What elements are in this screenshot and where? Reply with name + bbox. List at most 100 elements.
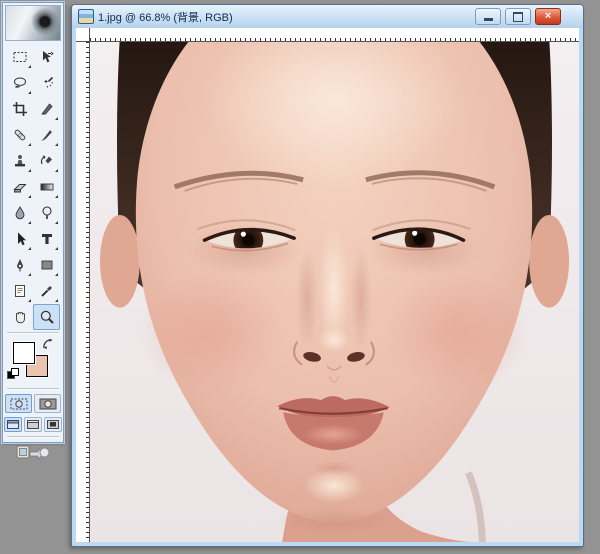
foreground-color-swatch[interactable] xyxy=(13,342,35,364)
standard-mode-button[interactable] xyxy=(5,394,32,413)
restore-button[interactable] xyxy=(505,8,531,25)
screen-mode-buttons xyxy=(3,415,63,434)
tool-eyedropper[interactable] xyxy=(33,278,60,304)
document-title: 1.jpg @ 66.8% (背景, RGB) xyxy=(98,9,475,25)
ruler-tick xyxy=(86,152,89,153)
tool-slice[interactable] xyxy=(33,96,60,122)
tool-crop[interactable] xyxy=(6,96,33,122)
tool-zoom[interactable] xyxy=(33,304,60,330)
ruler-tick xyxy=(86,537,89,538)
close-button[interactable]: × xyxy=(535,8,561,25)
ruler-tick xyxy=(86,297,89,298)
chin-highlight xyxy=(304,469,364,503)
standard-screen-mode-button[interactable] xyxy=(4,417,22,432)
tool-history-brush[interactable] xyxy=(33,148,60,174)
quick-mask-mode-button[interactable] xyxy=(34,394,61,413)
restore-icon xyxy=(513,12,523,22)
tool-eraser[interactable] xyxy=(6,174,33,200)
ruler-tick xyxy=(540,38,541,41)
ruler-tick xyxy=(86,517,89,518)
vertical-ruler[interactable] xyxy=(76,42,90,542)
ruler-tick xyxy=(86,52,89,53)
ruler-tick xyxy=(265,38,266,41)
ruler-tick xyxy=(86,97,89,98)
tool-magic-wand[interactable] xyxy=(33,70,60,96)
ruler-tick xyxy=(86,162,89,163)
nose-shadow-left xyxy=(296,246,318,351)
window-controls: × xyxy=(475,8,561,25)
ruler-tick xyxy=(470,38,471,41)
ruler-tick xyxy=(465,38,466,41)
tool-brush[interactable] xyxy=(33,122,60,148)
flyout-triangle-icon xyxy=(28,169,31,172)
ruler-tick xyxy=(86,347,89,348)
tool-clone-stamp[interactable] xyxy=(6,148,33,174)
ruler-tick xyxy=(145,38,146,41)
ruler-tick xyxy=(355,38,356,41)
ruler-tick xyxy=(86,417,89,418)
flyout-triangle-icon xyxy=(55,143,58,146)
tool-lasso[interactable] xyxy=(6,70,33,96)
horizontal-ruler[interactable] xyxy=(90,28,579,42)
ruler-tick xyxy=(86,427,89,428)
swap-colors-icon[interactable] xyxy=(42,338,56,356)
ruler-tick xyxy=(86,252,89,253)
default-white-swatch xyxy=(11,368,19,376)
tool-pen[interactable] xyxy=(6,252,33,278)
ruler-tick xyxy=(270,38,271,41)
minimize-button[interactable] xyxy=(475,8,501,25)
tool-rectangular-marquee[interactable] xyxy=(6,44,33,70)
ruler-tick xyxy=(235,38,236,41)
ruler-corner[interactable] xyxy=(76,28,90,42)
ruler-tick xyxy=(250,38,251,41)
tool-gradient[interactable] xyxy=(33,174,60,200)
ruler-tick xyxy=(86,92,89,93)
flyout-triangle-icon xyxy=(28,247,31,250)
ruler-tick xyxy=(350,38,351,41)
ruler-tick xyxy=(460,38,461,41)
tool-blur[interactable] xyxy=(6,200,33,226)
ruler-tick xyxy=(86,422,89,423)
flyout-triangle-icon xyxy=(55,169,58,172)
left-cheek-blush xyxy=(140,269,283,394)
flyout-triangle-icon xyxy=(28,65,31,68)
ruler-tick xyxy=(310,38,311,41)
ruler-tick xyxy=(86,112,89,113)
ruler-tick xyxy=(125,38,126,41)
ruler-tick xyxy=(86,67,89,68)
ruler-tick xyxy=(295,38,296,41)
document-titlebar[interactable]: 1.jpg @ 66.8% (背景, RGB) × xyxy=(72,5,583,28)
tool-rectangle[interactable] xyxy=(33,252,60,278)
ruler-tick xyxy=(86,277,89,278)
ruler-tick xyxy=(160,38,161,41)
ruler-tick xyxy=(86,432,89,433)
tool-hand[interactable] xyxy=(6,304,33,330)
image-canvas[interactable] xyxy=(90,42,579,542)
adobe-online-eye-logo[interactable] xyxy=(5,5,61,41)
fullscreen-with-menu-button[interactable] xyxy=(24,417,42,432)
ruler-tick xyxy=(340,38,341,41)
toolbox-palette xyxy=(2,2,64,443)
ruler-tick xyxy=(86,57,89,58)
ruler-tick xyxy=(86,272,89,273)
tool-dodge[interactable] xyxy=(33,200,60,226)
default-colors-icon[interactable] xyxy=(7,368,19,379)
nose-shadow-right xyxy=(350,246,372,351)
document-file-icon xyxy=(78,9,94,24)
tool-type[interactable] xyxy=(33,226,60,252)
ruler-tick xyxy=(86,357,89,358)
ruler-tick xyxy=(110,38,111,41)
tool-path-selection[interactable] xyxy=(6,226,33,252)
ruler-tick xyxy=(86,407,89,408)
ruler-tick xyxy=(86,72,89,73)
tool-move[interactable] xyxy=(33,44,60,70)
tool-healing-brush[interactable] xyxy=(6,122,33,148)
fullscreen-button[interactable] xyxy=(44,417,62,432)
ruler-tick xyxy=(86,167,89,168)
ruler-tick xyxy=(280,38,281,41)
ruler-tick xyxy=(86,352,89,353)
jump-to-imageready-button[interactable] xyxy=(16,443,50,466)
ruler-tick xyxy=(86,322,89,323)
edit-mode-buttons xyxy=(3,392,63,415)
tool-notes[interactable] xyxy=(6,278,33,304)
